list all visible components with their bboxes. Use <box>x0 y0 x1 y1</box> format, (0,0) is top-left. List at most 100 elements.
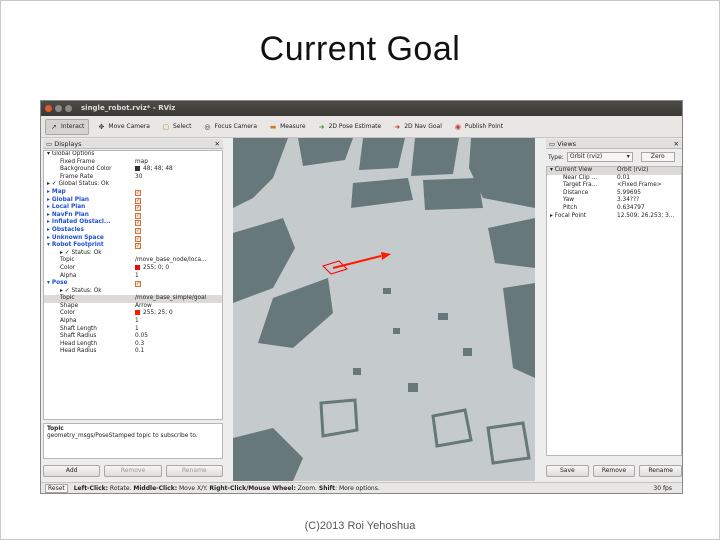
view-row-value[interactable]: 3.34??? <box>617 197 639 205</box>
tool-focus-camera[interactable]: ◎ Focus Camera <box>199 119 261 135</box>
display-row[interactable]: Head Length 0.3 <box>44 341 222 349</box>
enable-checkbox[interactable]: ✓ <box>135 281 141 288</box>
display-row-value: 1 <box>135 318 139 325</box>
display-row[interactable]: ▾ Robot Footprint ✓ <box>44 242 222 250</box>
display-row[interactable]: ▸ ✓ Global Status: Ok <box>44 181 222 189</box>
display-row-value-wrap[interactable]: 0.1 <box>135 348 144 356</box>
display-row-value-wrap[interactable]: 0.05 <box>135 333 148 341</box>
display-row-value-wrap[interactable]: 30 <box>135 174 142 182</box>
display-row[interactable]: Shaft Length 1 <box>44 326 222 334</box>
enable-checkbox[interactable]: ✓ <box>135 189 141 196</box>
display-row[interactable]: ▸ Obstacles ✓ <box>44 227 222 235</box>
display-row[interactable]: Head Radius 0.1 <box>44 348 222 356</box>
display-row-value-wrap[interactable]: 0.3 <box>135 341 144 349</box>
displays-tree[interactable]: ▾ Global Options Fixed Frame map Background… <box>43 150 223 420</box>
view-row[interactable]: ▾ Current View Orbit (rviz) <box>547 167 681 175</box>
display-row-value-wrap[interactable]: 255; 25; 0 <box>135 310 173 318</box>
display-row-value-wrap[interactable]: Arrow <box>135 303 152 311</box>
3d-render-view[interactable] <box>233 138 535 481</box>
enable-checkbox[interactable]: ✓ <box>135 220 141 227</box>
display-row-value: 0.3 <box>135 340 145 347</box>
display-row-value-wrap[interactable]: /move_base_simple/goal <box>135 295 206 303</box>
display-row[interactable]: Fixed Frame map <box>44 159 222 167</box>
display-row-value-wrap[interactable]: /move_base_node/loca... <box>135 257 207 265</box>
enable-checkbox[interactable]: ✓ <box>135 197 141 204</box>
display-row[interactable]: Color 255; 25; 0 <box>44 310 222 318</box>
remove-view-button[interactable]: Remove <box>592 465 636 477</box>
enable-checkbox[interactable]: ✓ <box>135 205 141 212</box>
display-row[interactable]: Frame Rate 30 <box>44 174 222 182</box>
view-row-value[interactable]: 0.634797 <box>617 205 645 213</box>
display-row[interactable]: ▸ NavFn Plan ✓ <box>44 212 222 220</box>
display-row[interactable]: Topic/move_base_node/loca... <box>44 257 222 265</box>
view-row[interactable]: Pitch 0.634797 <box>547 205 681 213</box>
tool-measure[interactable]: ▬ Measure <box>265 119 310 135</box>
display-row-key: ▾ Pose <box>47 280 68 287</box>
display-row[interactable]: Alpha 1 <box>44 273 222 281</box>
view-row[interactable]: Yaw 3.34??? <box>547 197 681 205</box>
view-row-value[interactable]: 5.99695 <box>617 190 641 198</box>
display-row[interactable]: Shaft Radius 0.05 <box>44 333 222 341</box>
enable-checkbox[interactable]: ✓ <box>135 227 141 234</box>
display-row[interactable]: ▸ Map ✓ <box>44 189 222 197</box>
display-row[interactable]: ▾ Pose ✓ <box>44 280 222 288</box>
view-row-value[interactable]: 0.01 <box>617 175 630 183</box>
reset-button[interactable]: Reset <box>45 484 68 493</box>
display-row-value: /move_base_simple/goal <box>135 295 207 302</box>
display-row[interactable]: ▸ Inflated Obstacl... ✓ <box>44 219 222 227</box>
tool-2d-nav-goal[interactable]: ➜ 2D Nav Goal <box>389 119 446 135</box>
view-row[interactable]: Distance 5.99695 <box>547 190 681 198</box>
color-swatch[interactable] <box>135 310 140 316</box>
display-row-value-wrap[interactable]: 1 <box>135 273 139 281</box>
rename-view-button[interactable]: Rename <box>639 465 682 477</box>
view-type-select[interactable]: Orbit (rviz) <box>566 152 633 162</box>
enable-checkbox[interactable]: ✓ <box>135 243 141 250</box>
display-row[interactable]: ▸ Unknown Space ✓ <box>44 235 222 243</box>
display-row[interactable]: Topic/move_base_simple/goal <box>44 295 222 303</box>
zero-button[interactable]: Zero <box>640 152 675 162</box>
display-row[interactable]: Alpha 1 <box>44 318 222 326</box>
views-tree[interactable]: ▾ Current View Orbit (rviz) Near Clip ... 0… <box>546 166 682 456</box>
tool-publish-point[interactable]: ◉ Publish Point <box>450 119 507 135</box>
display-row[interactable]: Color 255; 0; 0 <box>44 264 222 273</box>
display-row[interactable]: Shape Arrow <box>44 303 222 311</box>
fps-readout: 30 fps <box>653 485 672 492</box>
tool-2d-pose-estimate[interactable]: ➜ 2D Pose Estimate <box>314 119 386 135</box>
view-row-value[interactable]: Orbit (rviz) <box>617 167 648 175</box>
display-row-value-wrap[interactable]: map <box>135 159 148 167</box>
tool-interact[interactable]: ➚ Interact <box>45 118 90 135</box>
view-row[interactable]: ▸ Focal Point 12.509; 26.253; 3... <box>547 213 681 221</box>
display-row[interactable]: ▸ ✓ Status: Ok <box>44 288 222 296</box>
close-window-button[interactable] <box>45 105 52 112</box>
save-view-button[interactable]: Save <box>546 465 589 477</box>
view-row-value[interactable]: 12.509; 26.253; 3... <box>617 213 674 221</box>
view-row[interactable]: Target Fra... <Fixed Frame> <box>547 182 681 190</box>
tool-move-camera[interactable]: ✥ Move Camera <box>93 119 154 135</box>
display-row[interactable]: Background Color 48; 48; 48 <box>44 166 222 174</box>
display-row[interactable]: ▸ Global Plan ✓ <box>44 197 222 205</box>
add-display-button[interactable]: Add <box>43 465 101 477</box>
enable-checkbox[interactable]: ✓ <box>135 235 141 242</box>
color-swatch[interactable] <box>135 166 140 172</box>
display-row[interactable]: ▸ Local Plan ✓ <box>44 204 222 212</box>
display-row-key: ▸ ✓ Status: Ok <box>60 287 102 294</box>
close-icon[interactable]: ✕ <box>674 139 679 149</box>
maximize-window-button[interactable] <box>65 105 72 112</box>
rename-display-button[interactable]: Rename <box>165 465 223 477</box>
display-row-key: Head Radius <box>60 348 97 355</box>
display-row-value-wrap[interactable]: 1 <box>135 326 139 334</box>
display-row-value-wrap[interactable]: 1 <box>135 318 139 326</box>
color-swatch[interactable] <box>135 264 140 270</box>
minimize-window-button[interactable] <box>55 105 62 112</box>
close-icon[interactable]: ✕ <box>215 139 220 149</box>
view-row[interactable]: Near Clip ... 0.01 <box>547 175 681 183</box>
view-row-value[interactable]: <Fixed Frame> <box>617 182 662 190</box>
display-row[interactable]: ▾ Global Options <box>44 151 222 159</box>
display-row-value-wrap[interactable]: 255; 0; 0 <box>135 264 169 273</box>
remove-display-button[interactable]: Remove <box>104 465 162 477</box>
display-row-value-wrap[interactable]: 48; 48; 48 <box>135 166 173 174</box>
tool-select[interactable]: ▢ Select <box>158 119 196 135</box>
display-row[interactable]: ▸ ✓ Status: Ok <box>44 250 222 258</box>
display-row-key: Color <box>60 264 76 271</box>
enable-checkbox[interactable]: ✓ <box>135 212 141 219</box>
